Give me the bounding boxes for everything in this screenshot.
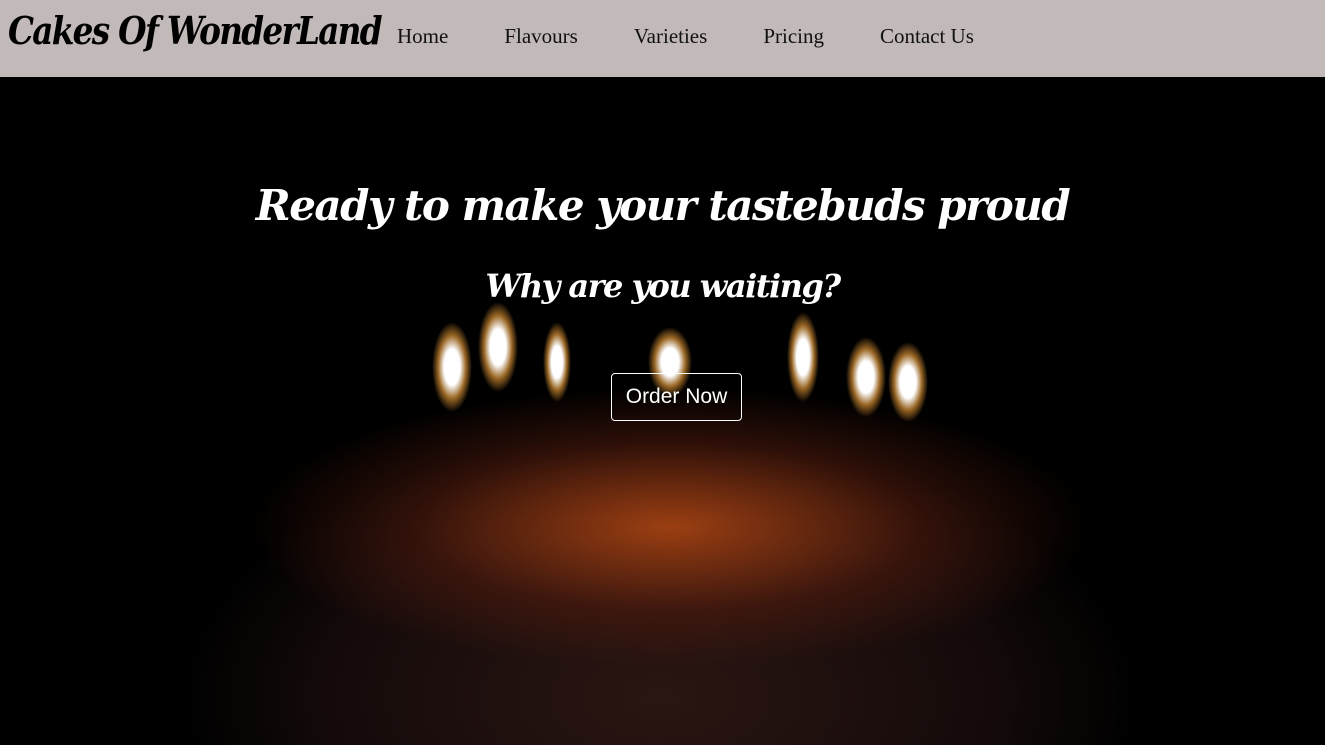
nav-links: Home Flavours Varieties Pricing Contact … xyxy=(397,24,1030,49)
navbar: Cakes Of WonderLand Home Flavours Variet… xyxy=(0,0,1325,77)
nav-varieties[interactable]: Varieties xyxy=(634,24,707,49)
hero-title: Ready to make your tastebuds proud xyxy=(255,181,1071,230)
nav-home[interactable]: Home xyxy=(397,24,448,49)
hero-banner: Ready to make your tastebuds proud Why a… xyxy=(0,77,1325,745)
order-now-button[interactable]: Order Now xyxy=(611,373,742,421)
nav-pricing[interactable]: Pricing xyxy=(763,24,824,49)
nav-flavours[interactable]: Flavours xyxy=(504,24,578,49)
hero-subtitle: Why are you waiting? xyxy=(485,267,841,305)
brand-logo[interactable]: Cakes Of WonderLand xyxy=(8,8,383,53)
nav-contact-us[interactable]: Contact Us xyxy=(880,24,974,49)
